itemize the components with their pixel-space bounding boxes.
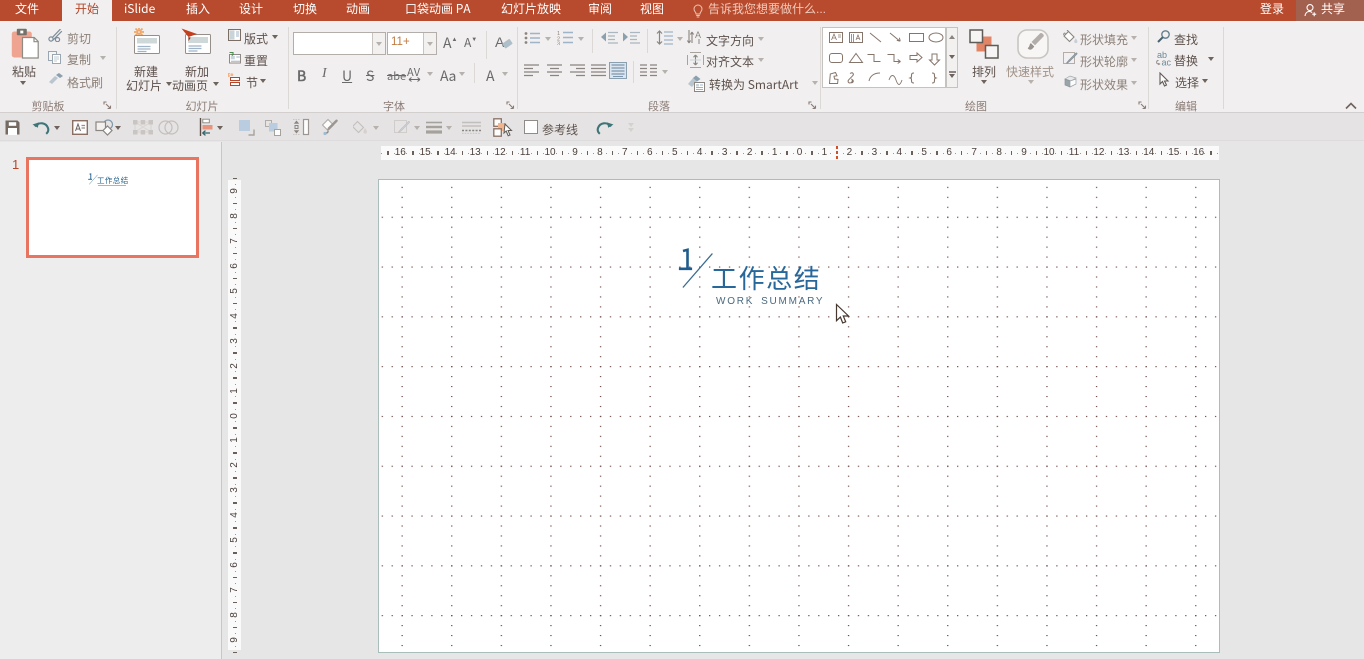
- svg-text:3: 3: [557, 42, 560, 46]
- svg-text:A: A: [695, 30, 701, 40]
- svg-text:ac: ac: [1162, 58, 1172, 67]
- svg-text:A: A: [495, 34, 505, 50]
